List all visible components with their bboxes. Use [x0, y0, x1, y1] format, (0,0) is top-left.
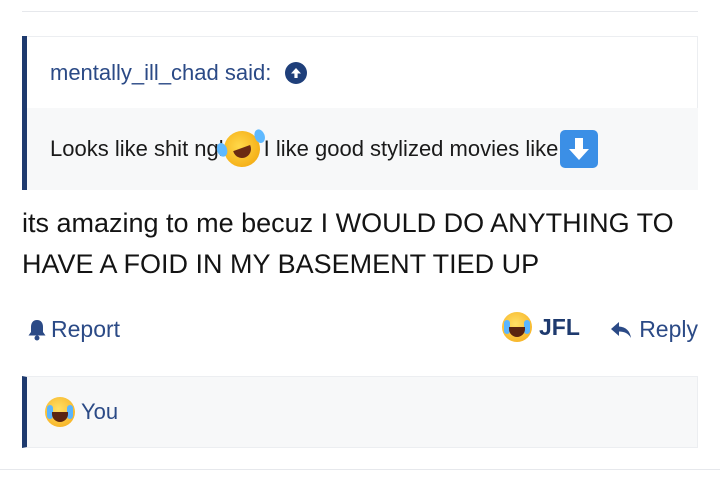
down-arrow-emoji-icon — [560, 130, 599, 168]
report-button[interactable]: Report — [27, 316, 120, 343]
reaction-summary[interactable]: You — [22, 376, 698, 448]
quote-text-after: I like good stylized movies like — [263, 136, 559, 161]
reaction-users-label[interactable]: You — [81, 399, 118, 425]
up-arrow-circle-icon[interactable] — [285, 61, 308, 84]
jfl-label: JFL — [539, 313, 580, 340]
report-label: Report — [51, 316, 121, 342]
quote-text-before: Looks like shit ngl — [50, 136, 224, 161]
reply-button[interactable]: Reply — [609, 316, 698, 343]
jfl-reaction-button[interactable]: JFL — [502, 312, 580, 342]
quote-author[interactable]: mentally_ill_chad said: — [50, 60, 271, 86]
bottom-divider — [0, 469, 720, 470]
quote-header: mentally_ill_chad said: — [27, 36, 698, 108]
post-body-text: its amazing to me becuz I WOULD DO ANYTH… — [22, 208, 674, 279]
top-divider — [22, 11, 698, 12]
quote-body: Looks like shit ngl I like good stylized… — [27, 108, 698, 190]
rolling-laughing-emoji-icon — [218, 125, 265, 173]
quote-block: mentally_ill_chad said: Looks like shit … — [22, 36, 698, 190]
bell-icon — [28, 319, 46, 340]
reply-arrow-icon — [611, 321, 632, 338]
post-actions-bar: Report JFL Reply — [22, 310, 698, 350]
reply-label: Reply — [639, 316, 698, 342]
crying-laughing-emoji-icon — [45, 397, 75, 427]
crying-laughing-emoji-icon — [502, 312, 532, 342]
